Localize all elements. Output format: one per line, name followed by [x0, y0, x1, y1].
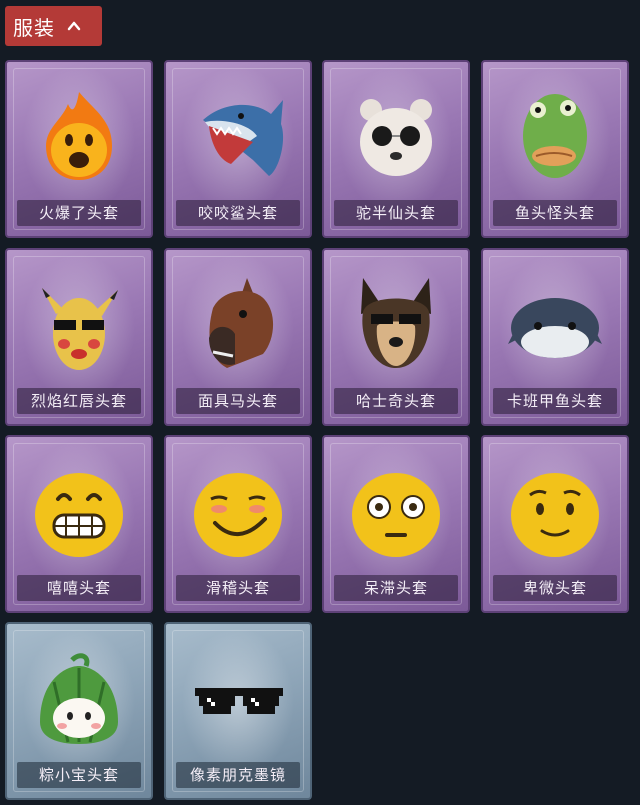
- outfit-card[interactable]: 粽小宝头套: [5, 622, 153, 800]
- fire-mask-icon: [46, 92, 112, 180]
- horse-mask-icon: [209, 278, 274, 368]
- outfit-name: 像素朋克墨镜: [176, 762, 300, 788]
- husky-mask-icon: [361, 278, 431, 368]
- outfit-name: 哈士奇头套: [334, 388, 458, 414]
- outfit-card[interactable]: 滑稽头套: [164, 435, 312, 613]
- outfit-name: 嘻嘻头套: [17, 575, 141, 601]
- bear-sunglasses-mask-icon: [360, 99, 432, 176]
- outfit-card[interactable]: 卑微头套: [481, 435, 629, 613]
- outfit-card[interactable]: 烈焰红唇头套: [5, 248, 153, 426]
- pixel-sunglasses-icon: [195, 688, 283, 714]
- outfit-card[interactable]: 面具马头套: [164, 248, 312, 426]
- smirk-emoji-mask-icon: [194, 473, 282, 557]
- outfit-card[interactable]: 驼半仙头套: [322, 60, 470, 238]
- outfit-name: 驼半仙头套: [334, 200, 458, 226]
- grin-emoji-mask-icon: [35, 473, 123, 557]
- outfit-card[interactable]: 卡班甲鱼头套: [481, 248, 629, 426]
- outfit-card[interactable]: 鱼头怪头套: [481, 60, 629, 238]
- shark-mask-icon: [203, 100, 284, 176]
- outfit-name: 火爆了头套: [17, 200, 141, 226]
- outfit-category-tab[interactable]: 服装: [5, 6, 102, 46]
- outfit-card[interactable]: 嘻嘻头套: [5, 435, 153, 613]
- outfit-card[interactable]: 哈士奇头套: [322, 248, 470, 426]
- fish-head-mask-icon: [523, 94, 587, 178]
- outfit-name: 面具马头套: [176, 388, 300, 414]
- outfit-name: 滑稽头套: [176, 575, 300, 601]
- outfit-card[interactable]: 像素朋克墨镜: [164, 622, 312, 800]
- outfit-name: 呆滞头套: [334, 575, 458, 601]
- chevron-up-icon: [67, 21, 81, 31]
- outfit-category-label: 服装: [13, 15, 55, 40]
- outfit-name: 鱼头怪头套: [493, 200, 617, 226]
- outfit-card[interactable]: 火爆了头套: [5, 60, 153, 238]
- outfit-name: 烈焰红唇头套: [17, 388, 141, 414]
- humble-emoji-mask-icon: [511, 473, 599, 557]
- outfit-name: 咬咬鲨头套: [176, 200, 300, 226]
- outfit-card[interactable]: 呆滞头套: [322, 435, 470, 613]
- zongzi-mask-icon: [40, 653, 118, 744]
- turtle-mask-icon: [508, 298, 602, 358]
- outfit-card[interactable]: 咬咬鲨头套: [164, 60, 312, 238]
- outfit-name: 卡班甲鱼头套: [493, 388, 617, 414]
- outfit-name: 卑微头套: [493, 575, 617, 601]
- outfit-name: 粽小宝头套: [17, 762, 141, 788]
- pikachu-lips-mask-icon: [42, 288, 118, 370]
- dazed-emoji-mask-icon: [352, 473, 440, 557]
